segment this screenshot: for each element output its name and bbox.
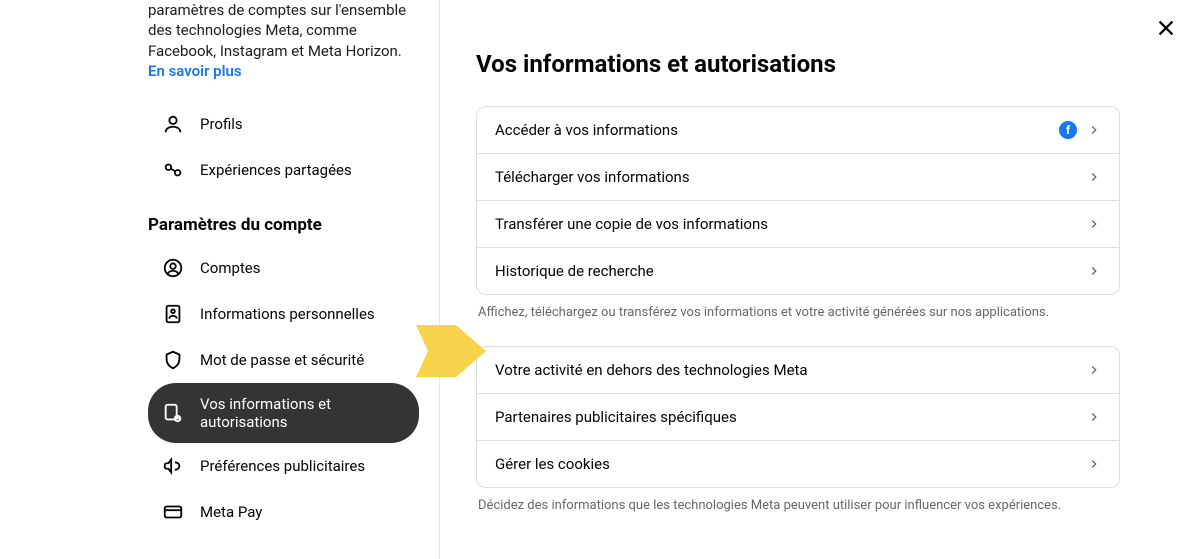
chevron-right-icon <box>1087 363 1101 377</box>
intro-body: paramètres de comptes sur l'ensemble des… <box>148 1 406 60</box>
sidebar-item-label: Expériences partagées <box>200 161 352 179</box>
row-label: Transférer une copie de vos informations <box>495 215 768 233</box>
sidebar-item-label: Vos informations et autorisations <box>200 395 405 431</box>
id-card-icon <box>162 303 184 325</box>
sidebar-item-ads[interactable]: Préférences publicitaires <box>148 443 419 489</box>
chevron-right-icon <box>1087 217 1101 231</box>
chevron-right-icon <box>1087 123 1101 137</box>
page-title: Vos informations et autorisations <box>476 50 1120 78</box>
credit-card-icon <box>162 501 184 523</box>
intro-text: paramètres de comptes sur l'ensemble des… <box>148 0 419 81</box>
main-content: Vos informations et autorisations Accéde… <box>440 0 1200 559</box>
info-group-2: Votre activité en dehors des technologie… <box>476 346 1120 488</box>
shield-icon <box>162 349 184 371</box>
sidebar-item-profils[interactable]: Profils <box>148 101 419 147</box>
close-button[interactable] <box>1152 14 1180 42</box>
sidebar-item-label: Comptes <box>200 259 261 277</box>
account-icon <box>162 257 184 279</box>
sidebar-item-security[interactable]: Mot de passe et sécurité <box>148 337 419 383</box>
sidebar-item-label: Profils <box>200 115 243 133</box>
row-label: Partenaires publicitaires spécifiques <box>495 408 737 426</box>
learn-more-link[interactable]: En savoir plus <box>148 62 242 80</box>
info-group-1: Accéder à vos informations f Télécharger… <box>476 106 1120 295</box>
row-label: Gérer les cookies <box>495 455 610 473</box>
row-activity-off-meta[interactable]: Votre activité en dehors des technologie… <box>477 347 1119 394</box>
sidebar-item-experiences[interactable]: Expériences partagées <box>148 147 419 193</box>
row-access-info[interactable]: Accéder à vos informations f <box>477 107 1119 154</box>
permissions-icon <box>162 402 184 424</box>
sidebar: paramètres de comptes sur l'ensemble des… <box>0 0 440 559</box>
row-label: Votre activité en dehors des technologie… <box>495 361 808 379</box>
sidebar-item-label: Mot de passe et sécurité <box>200 351 364 369</box>
sidebar-item-comptes[interactable]: Comptes <box>148 245 419 291</box>
sidebar-item-infos-perso[interactable]: Informations personnelles <box>148 291 419 337</box>
close-icon <box>1155 17 1177 39</box>
sidebar-item-metapay[interactable]: Meta Pay <box>148 489 419 535</box>
row-label: Historique de recherche <box>495 262 654 280</box>
sidebar-item-label: Informations personnelles <box>200 305 375 323</box>
row-search-history[interactable]: Historique de recherche <box>477 248 1119 294</box>
row-label: Télécharger vos informations <box>495 168 690 186</box>
row-ad-partners[interactable]: Partenaires publicitaires spécifiques <box>477 394 1119 441</box>
megaphone-icon <box>162 455 184 477</box>
help-text-1: Affichez, téléchargez ou transférez vos … <box>478 305 1120 320</box>
chevron-right-icon <box>1087 457 1101 471</box>
user-icon <box>162 113 184 135</box>
help-text-2: Décidez des informations que les technol… <box>478 498 1120 513</box>
share-icon <box>162 159 184 181</box>
facebook-icon: f <box>1059 121 1077 139</box>
row-transfer-info[interactable]: Transférer une copie de vos informations <box>477 201 1119 248</box>
sidebar-item-label: Meta Pay <box>200 503 262 521</box>
chevron-right-icon <box>1087 410 1101 424</box>
chevron-right-icon <box>1087 170 1101 184</box>
sidebar-item-infos-autorisations[interactable]: Vos informations et autorisations <box>148 383 419 443</box>
section-title: Paramètres du compte <box>148 215 419 235</box>
row-cookies[interactable]: Gérer les cookies <box>477 441 1119 487</box>
arrow-callout <box>416 325 486 377</box>
chevron-right-icon <box>1087 264 1101 278</box>
sidebar-item-label: Préférences publicitaires <box>200 457 365 475</box>
row-label: Accéder à vos informations <box>495 121 678 139</box>
row-download-info[interactable]: Télécharger vos informations <box>477 154 1119 201</box>
